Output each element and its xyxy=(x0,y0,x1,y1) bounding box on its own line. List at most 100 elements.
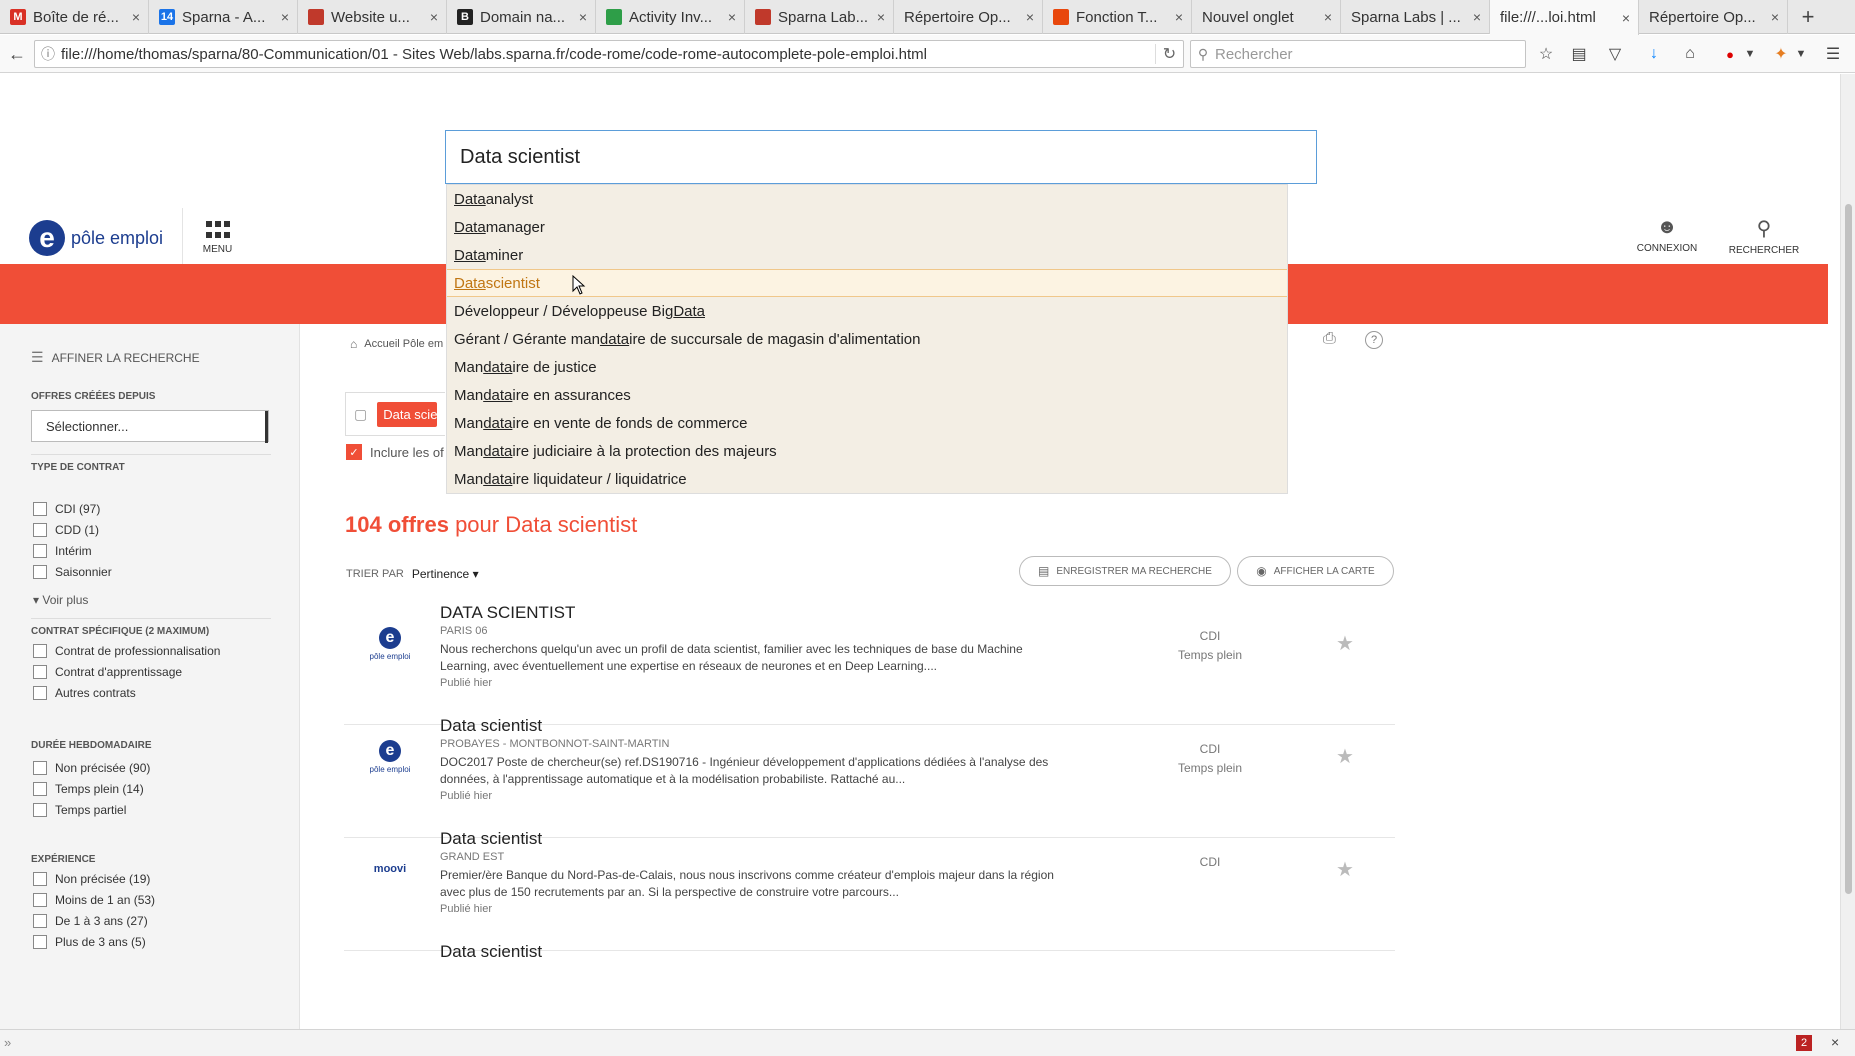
filter-option[interactable]: Temps plein (14) xyxy=(33,782,144,796)
autocomplete-option[interactable]: Data analyst xyxy=(447,185,1287,213)
favorite-star-icon[interactable]: ★ xyxy=(1336,744,1354,769)
tab-close-icon[interactable]: × xyxy=(1324,9,1332,25)
include-checkbox-row[interactable]: ✓ Inclure les of xyxy=(346,444,444,460)
tab-close-icon[interactable]: × xyxy=(728,9,736,25)
url-bar[interactable]: ⓘ file:///home/thomas/sparna/80-Communic… xyxy=(34,40,1184,68)
back-arrow-icon[interactable]: ← xyxy=(6,43,28,65)
filter-option[interactable]: CDD (1) xyxy=(33,523,99,537)
voir-plus-link[interactable]: ▾ Voir plus xyxy=(33,593,88,607)
tab-close-icon[interactable]: × xyxy=(877,9,885,25)
home-icon[interactable]: ⌂ xyxy=(1679,44,1701,64)
reload-icon[interactable]: ↻ xyxy=(1155,44,1183,64)
checkbox[interactable] xyxy=(33,644,47,658)
checkbox[interactable] xyxy=(33,872,47,886)
date-select[interactable]: Sélectionner... xyxy=(31,410,269,443)
browser-tab[interactable]: Répertoire Op... × xyxy=(894,0,1043,34)
browser-tab[interactable]: Répertoire Op... × xyxy=(1639,0,1788,34)
extension-icon[interactable]: ✦ xyxy=(1770,44,1792,64)
bookmark-star-icon[interactable]: ☆ xyxy=(1535,44,1557,64)
checkbox[interactable] xyxy=(33,914,47,928)
keyword-pill[interactable]: Data scien xyxy=(377,401,438,427)
checkbox[interactable] xyxy=(33,565,47,579)
autocomplete-option[interactable]: Man data ire en vente de fonds de commerce xyxy=(447,409,1287,437)
help-icon[interactable]: ? xyxy=(1365,331,1383,349)
offer-title[interactable]: Data scientist xyxy=(440,716,542,736)
filter-option[interactable]: Contrat d'apprentissage xyxy=(33,665,182,679)
checkbox[interactable] xyxy=(33,782,47,796)
offer-title[interactable]: DATA SCIENTIST xyxy=(440,603,575,623)
autocomplete-option[interactable]: Gérant / Gérante man data ire de succursal… xyxy=(447,325,1287,353)
refine-search-header[interactable]: ☰ AFFINER LA RECHERCHE xyxy=(31,349,200,366)
tab-close-icon[interactable]: × xyxy=(1175,9,1183,25)
reading-list-icon[interactable]: ▤ xyxy=(1568,44,1590,64)
autocomplete-option[interactable]: Man data ire judiciaire à la protection de… xyxy=(447,437,1287,465)
checkbox[interactable] xyxy=(33,803,47,817)
checkbox[interactable] xyxy=(33,893,47,907)
checkbox-checked[interactable]: ✓ xyxy=(346,444,362,460)
checkbox[interactable] xyxy=(33,544,47,558)
filter-option[interactable]: Contrat de professionnalisation xyxy=(33,644,220,658)
browser-tab[interactable]: Website u... × xyxy=(298,0,447,34)
job-search-field[interactable]: ▢ Data scien xyxy=(345,392,445,436)
checkbox[interactable] xyxy=(33,761,47,775)
filter-option[interactable]: Temps partiel xyxy=(33,803,126,817)
chevron-down-icon[interactable]: ▼ xyxy=(1739,44,1761,64)
browser-tab[interactable]: Fonction T... × xyxy=(1043,0,1192,34)
checkbox[interactable] xyxy=(33,523,47,537)
tab-close-icon[interactable]: × xyxy=(430,9,438,25)
browser-tab[interactable]: Sparna Labs | ... × xyxy=(1341,0,1490,34)
menu-button[interactable]: MENU xyxy=(182,208,252,268)
favorite-star-icon[interactable]: ★ xyxy=(1336,857,1354,882)
autocomplete-option[interactable]: Data manager xyxy=(447,213,1287,241)
browser-search-input[interactable]: ⚲ Rechercher xyxy=(1190,40,1526,68)
scrollbar-thumb[interactable] xyxy=(1845,204,1852,894)
tab-close-icon[interactable]: × xyxy=(1473,9,1481,25)
print-icon[interactable]: ⎙ xyxy=(1323,330,1336,348)
offer-card[interactable]: Data scientist xyxy=(344,930,1395,1029)
filter-option[interactable]: Moins de 1 an (53) xyxy=(33,893,155,907)
autocomplete-option[interactable]: Man data ire liquidateur / liquidatrice xyxy=(447,465,1287,493)
page-scrollbar[interactable] xyxy=(1840,74,1855,1029)
browser-tab[interactable]: 14 Sparna - A... × xyxy=(149,0,298,34)
browser-tab[interactable]: Sparna Lab... × xyxy=(745,0,894,34)
tab-close-icon[interactable]: × xyxy=(1622,10,1630,26)
show-map-button[interactable]: ◉ AFFICHER LA CARTE xyxy=(1237,556,1394,586)
tab-close-icon[interactable]: × xyxy=(1026,9,1034,25)
offer-title[interactable]: Data scientist xyxy=(440,829,542,849)
autocomplete-option[interactable]: Man data ire en assurances xyxy=(447,381,1287,409)
autocomplete-input[interactable]: Data scientist xyxy=(445,130,1317,184)
checkbox[interactable] xyxy=(33,502,47,516)
filter-option[interactable]: Saisonnier xyxy=(33,565,112,579)
tab-close-icon[interactable]: × xyxy=(132,9,140,25)
info-icon[interactable]: ⓘ xyxy=(35,44,61,64)
browser-tab[interactable]: M Boîte de ré... × xyxy=(0,0,149,34)
tab-close-icon[interactable]: × xyxy=(281,9,289,25)
sort-dropdown[interactable]: Pertinence ▾ xyxy=(412,567,479,581)
status-badge[interactable]: 2 xyxy=(1796,1035,1812,1051)
tab-close-icon[interactable]: × xyxy=(579,9,587,25)
filter-option[interactable]: Plus de 3 ans (5) xyxy=(33,935,146,949)
favorite-star-icon[interactable]: ★ xyxy=(1336,631,1354,656)
filter-option[interactable]: De 1 à 3 ans (27) xyxy=(33,914,148,928)
rechercher-button[interactable]: ⚲ RECHERCHER xyxy=(1719,216,1809,256)
new-tab-button[interactable]: + xyxy=(1788,0,1828,34)
url-text[interactable]: file:///home/thomas/sparna/80-Communicat… xyxy=(61,46,1155,63)
tab-close-icon[interactable]: × xyxy=(1771,9,1779,25)
filter-option[interactable]: Non précisée (90) xyxy=(33,761,150,775)
autocomplete-option[interactable]: Man data ire de justice xyxy=(447,353,1287,381)
pole-emploi-logo[interactable]: e pôle emploi xyxy=(29,220,163,256)
offer-title[interactable]: Data scientist xyxy=(440,942,542,962)
browser-tab[interactable]: file:///...loi.html × xyxy=(1490,0,1639,35)
checkbox[interactable] xyxy=(33,665,47,679)
adblock-icon[interactable]: ● xyxy=(1719,44,1741,64)
chevron-down-icon[interactable]: ▼ xyxy=(1790,44,1812,64)
autocomplete-option[interactable]: Développeur / Développeuse Big Data xyxy=(447,297,1287,325)
pocket-icon[interactable]: ▽ xyxy=(1604,44,1626,64)
expand-arrow-icon[interactable]: » xyxy=(4,1035,11,1050)
autocomplete-value[interactable]: Data scientist xyxy=(460,146,580,169)
browser-tab[interactable]: B Domain na... × xyxy=(447,0,596,34)
download-icon[interactable]: ↓ xyxy=(1643,44,1665,64)
browser-tab[interactable]: Nouvel onglet × xyxy=(1192,0,1341,34)
browser-tab[interactable]: Activity Inv... × xyxy=(596,0,745,34)
filter-option[interactable]: Autres contrats xyxy=(33,686,136,700)
